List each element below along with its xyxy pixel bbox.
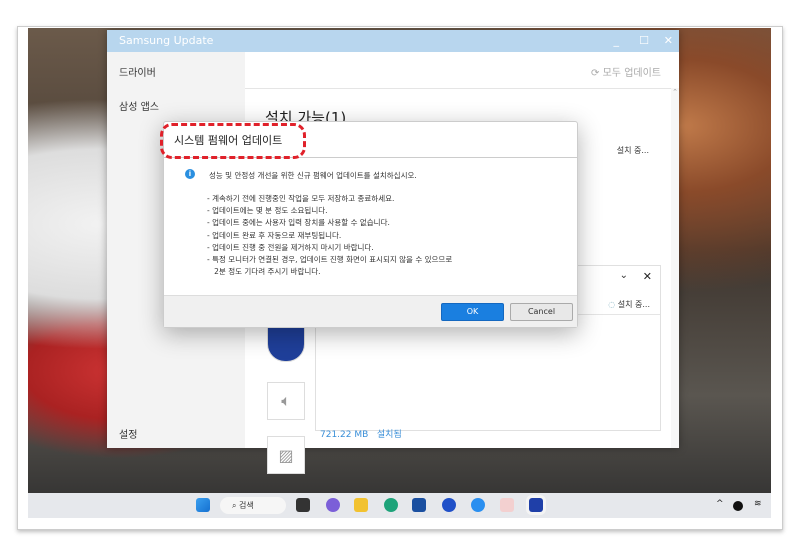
scrollbar[interactable]: ⌃ (671, 88, 679, 448)
image-icon: ▨ (267, 436, 305, 474)
firmware-update-dialog: 시스템 펌웨어 업데이트 i 성능 및 안정성 개선을 위한 신규 펌웨어 업데… (160, 121, 578, 328)
task-view-icon[interactable] (296, 498, 310, 512)
note-line: 2분 정도 기다려 주시기 바랍니다. (207, 267, 321, 277)
chat-icon[interactable] (326, 498, 340, 512)
note-line: - 특정 모니터가 연결된 경우, 업데이트 진행 화면이 표시되지 않을 수 … (207, 255, 453, 265)
search-icon: ⌕ (232, 501, 240, 510)
tray-app-icon[interactable] (733, 501, 743, 511)
size-label: 721.22 MB 설치됨 (320, 427, 402, 440)
minimize-button[interactable]: _ (614, 30, 620, 52)
samsung-update-taskbar-icon[interactable] (529, 498, 543, 512)
start-icon[interactable] (196, 498, 210, 512)
note-line: - 업데이트 진행 중 전원을 제거하지 마시기 바랍니다. (207, 242, 374, 252)
chevron-down-icon[interactable]: ⌄ (620, 270, 628, 281)
store-icon[interactable] (412, 498, 426, 512)
dialog-notes: - 계속하기 전에 진행중인 작업을 모두 저장하고 종료하세요. - 업데이트… (207, 193, 452, 278)
sidebar-item-settings[interactable]: 설정 (119, 426, 137, 441)
app-icon (267, 324, 305, 362)
note-line: - 업데이트 완료 후 자동으로 재부팅됩니다. (207, 230, 342, 240)
taskbar-search[interactable]: ⌕ 검색 (220, 497, 286, 514)
file-size: 721.22 MB (320, 430, 369, 440)
highlight-annotation (160, 123, 306, 159)
dialog-body: i 성능 및 안정성 개선을 위한 신규 펌웨어 업데이트를 설치하십시오. -… (164, 158, 577, 295)
card-status: ◌ 설치 중... (608, 299, 650, 310)
note-line: - 업데이트 중에는 사용자 입력 장치를 사용할 수 없습니다. (207, 218, 390, 228)
desktop: Samsung Update _ ☐ ✕ 드라이버 삼성 앱스 설정 ⟳ 모두 … (28, 28, 771, 518)
close-button[interactable]: ✕ (664, 30, 673, 52)
maximize-button[interactable]: ☐ (639, 30, 649, 52)
note-line: - 계속하기 전에 진행중인 작업을 모두 저장하고 종료하세요. (207, 194, 395, 203)
file-explorer-icon[interactable] (354, 498, 368, 512)
search-app-icon[interactable] (442, 498, 456, 512)
window-title: Samsung Update (119, 34, 214, 47)
cancel-button[interactable]: Cancel (510, 303, 573, 321)
spinner-icon: ◌ (608, 300, 618, 309)
search-label: 검색 (239, 501, 254, 510)
note-line: - 업데이트에는 몇 분 정도 소요됩니다. (207, 206, 328, 216)
tray-chevron-icon[interactable]: ^ (716, 499, 724, 509)
info-icon: i (185, 169, 195, 179)
update-all-label: 모두 업데이트 (602, 68, 661, 79)
card-status-label: 설치 중... (617, 300, 650, 309)
dialog-lead: 성능 및 안정성 개선을 위한 신규 펌웨어 업데이트를 설치하십시오. (209, 171, 417, 180)
installed-label: 설치됨 (376, 430, 402, 440)
dialog-title-bar: 시스템 펌웨어 업데이트 (160, 122, 577, 159)
status-installing: 설치 중... (616, 146, 649, 155)
snipping-tool-icon[interactable] (500, 498, 514, 512)
dialog-footer: OK Cancel (164, 295, 577, 327)
refresh-icon: ⟳ (591, 68, 603, 79)
update-all-button[interactable]: ⟳ 모두 업데이트 (591, 64, 661, 79)
ok-button[interactable]: OK (441, 303, 504, 321)
sidebar-item-samsung-apps[interactable]: 삼성 앱스 (119, 98, 159, 113)
dismiss-icon[interactable]: ✕ (643, 270, 652, 283)
bixby-icon[interactable] (471, 498, 485, 512)
taskbar: ⌕ 검색 ^ ≋ (28, 493, 771, 518)
samsung-update-window: Samsung Update _ ☐ ✕ 드라이버 삼성 앱스 설정 ⟳ 모두 … (107, 30, 679, 474)
sidebar-item-drivers[interactable]: 드라이버 (119, 64, 156, 79)
title-bar: Samsung Update _ ☐ ✕ (107, 30, 679, 52)
edge-icon[interactable] (384, 498, 398, 512)
main-toolbar: ⟳ 모두 업데이트 (245, 52, 679, 89)
wifi-icon[interactable]: ≋ (754, 499, 762, 509)
speaker-icon: 🔈︎ (267, 382, 305, 420)
